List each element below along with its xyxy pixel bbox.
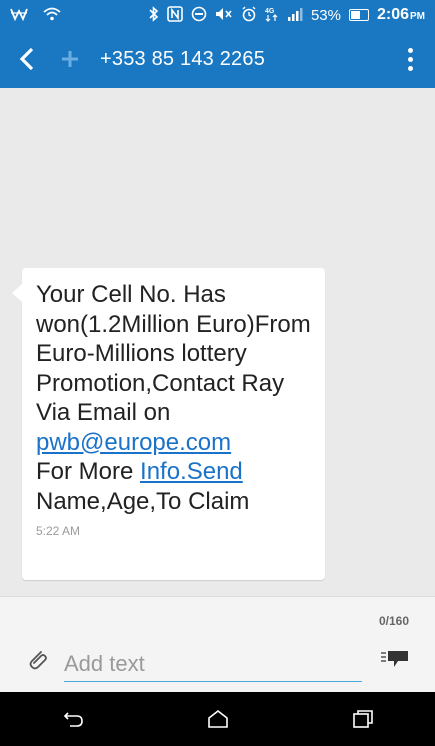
composer: 0/160 — [0, 596, 435, 692]
message-line2-prefix: For More — [36, 458, 134, 485]
do-not-disturb-icon — [191, 6, 207, 25]
paperclip-icon — [29, 651, 47, 670]
plus-icon — [62, 51, 78, 67]
chevron-left-icon — [19, 47, 34, 71]
status-bar: 4G 53% 2:06PM — [0, 0, 435, 30]
info-link[interactable]: Info.Send — [140, 458, 243, 485]
clock-ampm: PM — [410, 11, 425, 22]
bluetooth-icon — [149, 5, 159, 25]
message-thread[interactable]: Your Cell No. Has won(1.2Million Euro)Fr… — [0, 88, 435, 596]
wifi-icon — [42, 7, 62, 24]
nav-home-button[interactable] — [188, 699, 248, 739]
data-4g-icon: 4G — [265, 6, 279, 25]
battery-icon — [348, 9, 369, 21]
add-recipient-button[interactable] — [50, 39, 90, 79]
app-bar: +353 85 143 2265 — [0, 30, 435, 88]
message-line3: Name,Age,To Claim — [36, 487, 250, 515]
message-timestamp: 5:22 AM — [36, 524, 81, 538]
mute-icon — [215, 7, 233, 24]
clock: 2:06PM — [377, 6, 425, 24]
bubble-tail — [12, 284, 22, 302]
message-text: Your Cell No. Has won(1.2Million Euro)Fr… — [36, 280, 311, 516]
recents-icon — [352, 710, 373, 728]
signal-icon — [287, 7, 303, 24]
contact-title: +353 85 143 2265 — [100, 47, 266, 70]
back-arrow-icon — [63, 712, 83, 727]
message-input[interactable] — [64, 649, 362, 682]
quick-text-icon — [381, 651, 408, 667]
nav-back-button[interactable] — [43, 699, 103, 739]
char-count: 0/160 — [378, 614, 409, 628]
clock-time: 2:06 — [376, 6, 409, 23]
email-link[interactable]: pwb@europe.com — [36, 429, 231, 456]
back-button[interactable] — [10, 39, 44, 79]
svg-text:4G: 4G — [265, 8, 275, 15]
message-bubble[interactable]: Your Cell No. Has won(1.2Million Euro)Fr… — [12, 268, 325, 580]
alarm-icon — [241, 6, 257, 25]
overflow-menu-button[interactable] — [395, 39, 425, 79]
dot-icon — [407, 56, 413, 62]
dot-icon — [407, 65, 413, 71]
quick-text-button[interactable] — [380, 649, 410, 669]
attach-button[interactable] — [26, 647, 48, 671]
dot-icon — [407, 47, 413, 53]
nfc-icon — [167, 5, 183, 25]
battery-percent: 53% — [310, 6, 341, 24]
message-body: Your Cell No. Has won(1.2Million Euro)Fr… — [36, 281, 311, 426]
wave-icon — [10, 7, 28, 24]
navigation-bar — [0, 692, 435, 746]
home-icon — [207, 709, 228, 728]
nav-recents-button[interactable] — [333, 699, 393, 739]
